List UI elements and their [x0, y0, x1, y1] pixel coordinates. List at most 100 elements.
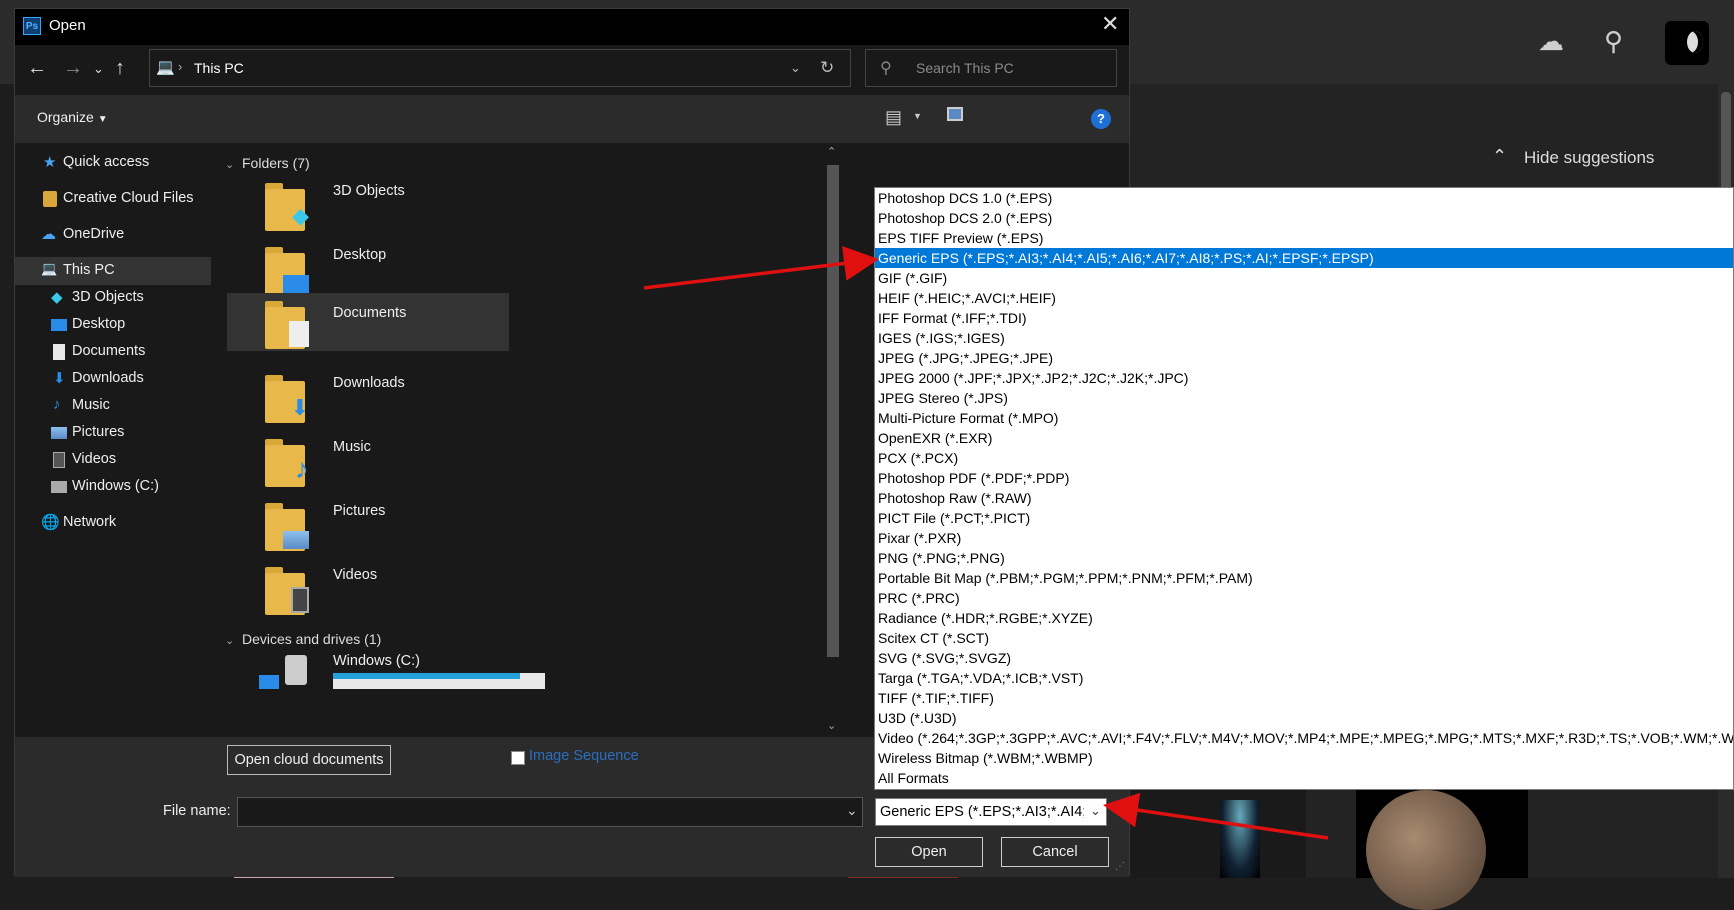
sidebar-item-this-pc[interactable]: 💻 This PC: [15, 257, 211, 285]
image-sequence-checkbox[interactable]: [511, 751, 525, 765]
refresh-icon[interactable]: ↻: [820, 58, 834, 78]
sidebar-item-quick-access[interactable]: ★ Quick access: [15, 149, 211, 177]
search-box[interactable]: ⚲ Search This PC: [865, 49, 1117, 87]
file-type-option[interactable]: PICT File (*.PCT;*.PICT): [875, 508, 1733, 528]
drive-usage-bar: [333, 673, 545, 689]
folder-downloads[interactable]: ⬇ Downloads: [245, 367, 557, 431]
chevron-down-icon[interactable]: ⌄: [846, 802, 858, 819]
open-cloud-documents-button[interactable]: Open cloud documents: [227, 745, 391, 775]
folder-icon: [265, 567, 309, 615]
file-type-option[interactable]: Photoshop DCS 2.0 (*.EPS): [875, 208, 1733, 228]
sidebar-item-network[interactable]: 🌐 Network: [15, 509, 211, 537]
file-type-option[interactable]: U3D (*.U3D): [875, 708, 1733, 728]
recent-thumbnail[interactable]: [1130, 790, 1306, 878]
sidebar-item-desktop[interactable]: Desktop: [15, 311, 211, 339]
file-type-option[interactable]: Pixar (*.PXR): [875, 528, 1733, 548]
image-sequence-label[interactable]: Image Sequence: [529, 748, 639, 764]
file-type-option[interactable]: All Formats: [875, 768, 1733, 788]
file-type-select[interactable]: Generic EPS (*.EPS;*.AI3;*.AI4;*.AI5;*.A…: [875, 798, 1107, 826]
file-type-dropdown-list[interactable]: Photoshop DCS 1.0 (*.EPS) Photoshop DCS 2…: [874, 187, 1734, 790]
sidebar-item-documents[interactable]: Documents: [15, 338, 211, 366]
address-bar[interactable]: 💻 › This PC ⌄ ↻: [149, 49, 851, 87]
file-type-option[interactable]: SVG (*.SVG;*.SVGZ): [875, 648, 1733, 668]
ps-scroll-thumb[interactable]: [1721, 92, 1731, 192]
drive-windows-c[interactable]: Windows (C:): [245, 649, 557, 689]
forward-arrow-icon[interactable]: →: [63, 57, 83, 80]
file-type-option[interactable]: EPS TIFF Preview (*.EPS): [875, 228, 1733, 248]
group-title: Folders (7): [242, 155, 310, 171]
file-type-option[interactable]: TIFF (*.TIF;*.TIFF): [875, 688, 1733, 708]
file-type-option[interactable]: Generic EPS (*.EPS;*.AI3;*.AI4;*.AI5;*.A…: [875, 248, 1733, 268]
avatar[interactable]: [1665, 21, 1709, 65]
cancel-button[interactable]: Cancel: [1001, 837, 1109, 867]
file-type-option[interactable]: JPEG 2000 (*.JPF;*.JPX;*.JP2;*.J2C;*.J2K…: [875, 368, 1733, 388]
file-type-option[interactable]: PCX (*.PCX): [875, 448, 1733, 468]
file-type-option[interactable]: Portable Bit Map (*.PBM;*.PGM;*.PPM;*.PN…: [875, 568, 1733, 588]
file-list-scrollbar[interactable]: ⌃ ⌄: [823, 143, 841, 737]
file-type-option[interactable]: PRC (*.PRC): [875, 588, 1733, 608]
chevron-up-icon[interactable]: ⌃: [1492, 146, 1507, 167]
search-icon[interactable]: ⚲: [1604, 26, 1623, 57]
folder-documents[interactable]: Documents: [227, 293, 509, 351]
file-type-option[interactable]: IFF Format (*.IFF;*.TDI): [875, 308, 1733, 328]
devices-group-header[interactable]: ⌄ Devices and drives (1): [225, 631, 381, 647]
address-dropdown-icon[interactable]: ⌄: [790, 60, 801, 76]
file-type-option[interactable]: Video (*.264;*.3GP;*.3GPP;*.AVC;*.AVI;*.…: [875, 728, 1733, 748]
sidebar-item-3d-objects[interactable]: ◆ 3D Objects: [15, 284, 211, 312]
file-type-option[interactable]: Targa (*.TGA;*.VDA;*.ICB;*.VST): [875, 668, 1733, 688]
file-type-option[interactable]: Radiance (*.HDR;*.RGBE;*.XYZE): [875, 608, 1733, 628]
sidebar-item-videos[interactable]: Videos: [15, 446, 211, 474]
recent-thumbnail[interactable]: [1356, 790, 1528, 910]
change-view-icon[interactable]: ▤: [885, 107, 902, 128]
hide-suggestions-button[interactable]: Hide suggestions: [1524, 148, 1654, 168]
scroll-thumb[interactable]: [827, 165, 839, 657]
sidebar-item-creative-cloud-files[interactable]: Creative Cloud Files: [15, 185, 211, 213]
recent-locations-chevron-icon[interactable]: ⌄: [93, 61, 104, 77]
file-type-option[interactable]: HEIF (*.HEIC;*.AVCI;*.HEIF): [875, 288, 1733, 308]
creative-cloud-icon: [43, 191, 57, 207]
folder-icon: [265, 503, 309, 551]
file-type-option[interactable]: Photoshop PDF (*.PDF;*.PDP): [875, 468, 1733, 488]
preview-pane-icon[interactable]: [947, 107, 963, 121]
computer-icon: 💻: [156, 59, 175, 76]
sidebar-item-downloads[interactable]: ⬇ Downloads: [15, 365, 211, 393]
help-icon[interactable]: ?: [1091, 109, 1111, 129]
back-arrow-icon[interactable]: ←: [27, 57, 47, 80]
file-type-option[interactable]: OpenEXR (*.EXR): [875, 428, 1733, 448]
file-type-option[interactable]: Photoshop DCS 1.0 (*.EPS): [875, 188, 1733, 208]
view-options-chevron-icon[interactable]: ▼: [913, 111, 922, 121]
file-type-option[interactable]: JPEG Stereo (*.JPS): [875, 388, 1733, 408]
file-type-option[interactable]: PNG (*.PNG;*.PNG): [875, 548, 1733, 568]
dialog-title: Open: [49, 17, 86, 34]
scroll-up-icon[interactable]: ⌃: [827, 145, 836, 158]
open-button[interactable]: Open: [875, 837, 983, 867]
file-name-field[interactable]: ⌄: [237, 797, 863, 827]
file-type-option[interactable]: Multi-Picture Format (*.MPO): [875, 408, 1733, 428]
sidebar-item-windows-c[interactable]: Windows (C:): [15, 473, 211, 501]
up-arrow-icon[interactable]: ↑: [115, 57, 125, 80]
organize-menu[interactable]: Organize ▼: [37, 109, 108, 125]
breadcrumb[interactable]: This PC: [194, 60, 244, 76]
folder-pictures[interactable]: Pictures: [245, 495, 557, 559]
cloud-icon[interactable]: ☁: [1538, 26, 1564, 57]
file-type-option[interactable]: JPEG (*.JPG;*.JPEG;*.JPE): [875, 348, 1733, 368]
folder-music[interactable]: ♪ Music: [245, 431, 557, 495]
file-type-option[interactable]: Wireless Bitmap (*.WBM;*.WBMP): [875, 748, 1733, 768]
sidebar-item-label: Windows (C:): [72, 478, 160, 494]
folder-videos[interactable]: Videos: [245, 559, 557, 623]
folder-3d-objects[interactable]: ◆ 3D Objects: [245, 175, 557, 239]
close-button[interactable]: ✕: [1101, 11, 1119, 37]
sidebar-item-music[interactable]: ♪ Music: [15, 392, 211, 420]
file-type-option[interactable]: IGES (*.IGS;*.IGES): [875, 328, 1733, 348]
sidebar-item-label: Pictures: [72, 424, 125, 440]
search-input[interactable]: Search This PC: [916, 60, 1014, 76]
scroll-down-icon[interactable]: ⌄: [827, 719, 836, 732]
sidebar-item-pictures[interactable]: Pictures: [15, 419, 211, 447]
sidebar-item-onedrive[interactable]: ☁ OneDrive: [15, 221, 211, 249]
file-type-option[interactable]: Photoshop Raw (*.RAW): [875, 488, 1733, 508]
file-type-option[interactable]: GIF (*.GIF): [875, 268, 1733, 288]
resize-grip-icon[interactable]: ⋰: [1115, 861, 1125, 872]
file-type-option[interactable]: Scitex CT (*.SCT): [875, 628, 1733, 648]
folders-group-header[interactable]: ⌄ Folders (7): [225, 155, 310, 171]
chevron-down-icon: ▼: [97, 114, 108, 125]
